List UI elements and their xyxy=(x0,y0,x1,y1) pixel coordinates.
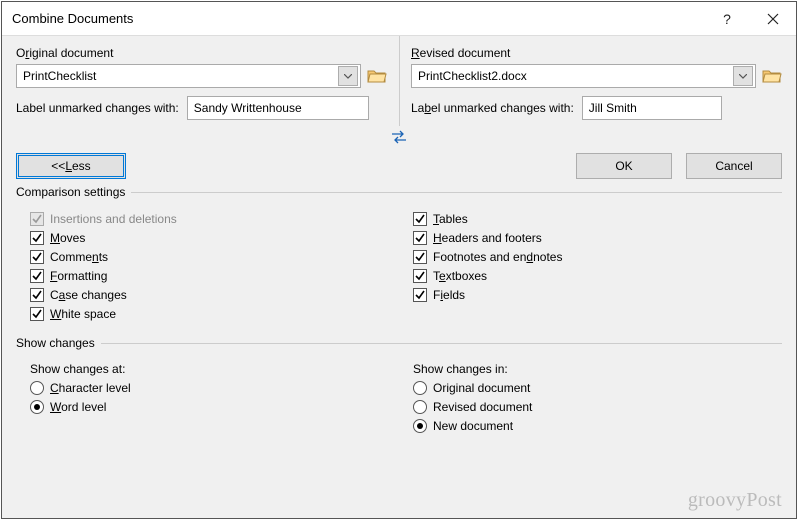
textboxes-checkbox[interactable]: Textboxes xyxy=(413,269,782,283)
headers-footers-checkbox[interactable]: Headers and footers xyxy=(413,231,782,245)
title-bar: Combine Documents ? xyxy=(2,2,796,36)
show-changes-header: Show changes xyxy=(16,336,782,350)
checkbox-icon xyxy=(413,231,427,245)
original-document-section: Original document PrintChecklist Label u… xyxy=(16,46,387,120)
radio-icon xyxy=(30,381,44,395)
action-buttons-row: << Less OK Cancel xyxy=(16,153,782,179)
swap-documents-button[interactable] xyxy=(16,130,782,147)
checkbox-icon xyxy=(30,269,44,283)
checkbox-icon xyxy=(30,307,44,321)
fields-checkbox[interactable]: Fields xyxy=(413,288,782,302)
revised-document-combo[interactable]: PrintChecklist2.docx xyxy=(411,64,756,88)
document-selection-row: Original document PrintChecklist Label u… xyxy=(16,46,782,120)
original-document-radio[interactable]: Original document xyxy=(413,381,782,395)
help-button[interactable]: ? xyxy=(704,2,750,36)
checkbox-icon xyxy=(30,231,44,245)
revised-document-value: PrintChecklist2.docx xyxy=(418,69,733,83)
window-title: Combine Documents xyxy=(12,11,704,26)
revised-document-section: Revised document PrintChecklist2.docx La… xyxy=(411,46,782,120)
revised-document-label: Revised document xyxy=(411,46,782,60)
vertical-divider xyxy=(399,36,400,126)
character-level-radio[interactable]: Character level xyxy=(30,381,399,395)
checkbox-icon xyxy=(413,288,427,302)
close-button[interactable] xyxy=(750,2,796,36)
swap-icon xyxy=(390,130,408,144)
checkbox-icon xyxy=(30,212,44,226)
formatting-checkbox[interactable]: Formatting xyxy=(30,269,399,283)
insertions-deletions-checkbox: Insertions and deletions xyxy=(30,212,399,226)
dialog-content: Original document PrintChecklist Label u… xyxy=(2,36,796,518)
show-changes-section: Show changes at: Character level Word le… xyxy=(16,358,782,438)
radio-icon xyxy=(30,400,44,414)
original-document-value: PrintChecklist xyxy=(23,69,338,83)
footnotes-endnotes-checkbox[interactable]: Footnotes and endnotes xyxy=(413,250,782,264)
comparison-settings-header: Comparison settings xyxy=(16,185,782,199)
checkbox-icon xyxy=(30,250,44,264)
radio-icon xyxy=(413,400,427,414)
watermark: groovyPost xyxy=(688,489,782,512)
radio-icon xyxy=(413,419,427,433)
revised-document-radio[interactable]: Revised document xyxy=(413,400,782,414)
show-changes-at-label: Show changes at: xyxy=(30,362,399,376)
original-unmarked-label: Label unmarked changes with: xyxy=(16,101,179,115)
checkbox-icon xyxy=(413,250,427,264)
radio-icon xyxy=(413,381,427,395)
revised-document-row: PrintChecklist2.docx xyxy=(411,64,782,88)
show-changes-in-label: Show changes in: xyxy=(413,362,782,376)
chevron-down-icon xyxy=(733,66,753,86)
white-space-checkbox[interactable]: White space xyxy=(30,307,399,321)
revised-author-row: Label unmarked changes with: Jill Smith xyxy=(411,96,782,120)
tables-checkbox[interactable]: Tables xyxy=(413,212,782,226)
chevron-down-icon xyxy=(338,66,358,86)
comments-checkbox[interactable]: Comments xyxy=(30,250,399,264)
case-changes-checkbox[interactable]: Case changes xyxy=(30,288,399,302)
new-document-radio[interactable]: New document xyxy=(413,419,782,433)
checkbox-icon xyxy=(30,288,44,302)
ok-button[interactable]: OK xyxy=(576,153,672,179)
word-level-radio[interactable]: Word level xyxy=(30,400,399,414)
original-document-combo[interactable]: PrintChecklist xyxy=(16,64,361,88)
less-button[interactable]: << Less xyxy=(16,153,126,179)
revised-unmarked-label: Label unmarked changes with: xyxy=(411,101,574,115)
original-author-input[interactable]: Sandy Writtenhouse xyxy=(187,96,369,120)
moves-checkbox[interactable]: Moves xyxy=(30,231,399,245)
original-author-row: Label unmarked changes with: Sandy Writt… xyxy=(16,96,387,120)
checkbox-icon xyxy=(413,212,427,226)
checkbox-icon xyxy=(413,269,427,283)
close-icon xyxy=(767,13,779,25)
browse-revised-button[interactable] xyxy=(762,68,782,84)
revised-author-input[interactable]: Jill Smith xyxy=(582,96,722,120)
original-document-label: Original document xyxy=(16,46,387,60)
comparison-settings: Insertions and deletions Moves Comments … xyxy=(16,207,782,326)
original-document-row: PrintChecklist xyxy=(16,64,387,88)
combine-documents-dialog: Combine Documents ? Original document Pr… xyxy=(1,1,797,519)
cancel-button[interactable]: Cancel xyxy=(686,153,782,179)
browse-original-button[interactable] xyxy=(367,68,387,84)
